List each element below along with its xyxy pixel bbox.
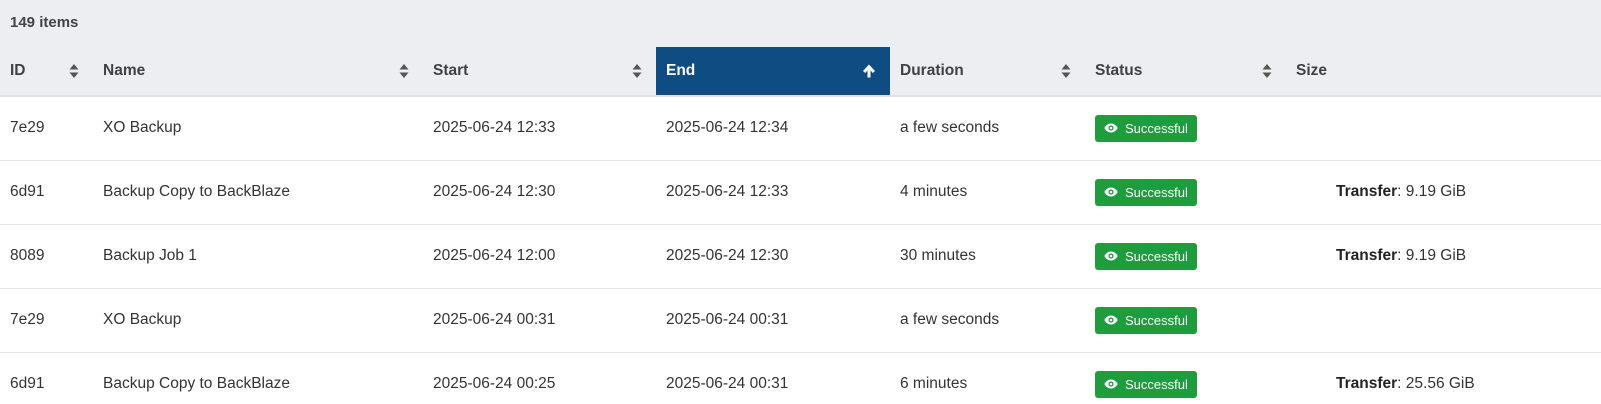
sort-icon [399,64,409,78]
eye-icon [1104,187,1118,197]
table-row[interactable]: 6d91 Backup Copy to BackBlaze 2025-06-24… [0,159,1601,224]
cell-start: 2025-06-24 12:30 [423,159,656,224]
cell-size: Transfer: 9.19 GiB [1286,159,1601,224]
table-row[interactable]: 8089 Backup Job 1 2025-06-24 12:00 2025-… [0,223,1601,288]
cell-duration: 30 minutes [890,223,1085,288]
table-row[interactable]: 7e29 XO Backup 2025-06-24 12:33 2025-06-… [0,96,1601,160]
eye-icon [1104,251,1118,261]
column-header-id[interactable]: ID [0,47,93,97]
eye-icon [1104,123,1118,133]
cell-size [1286,96,1601,160]
cell-id: 6d91 [0,159,93,224]
eye-icon [1104,315,1118,325]
status-label: Successful [1125,312,1188,328]
cell-duration: a few seconds [900,119,1000,137]
size-label: Transfer [1336,375,1398,393]
cell-size [1286,287,1601,352]
size-label: Transfer [1336,183,1398,200]
cell-name: XO Backup [103,119,182,137]
cell-start: 2025-06-24 00:31 [423,287,656,352]
table-header-row: ID Name Start End Duration Status Size [0,47,1601,97]
cell-status: Successful [1085,159,1286,224]
cell-end: 2025-06-24 12:34 [666,119,789,137]
column-header-name[interactable]: Name [93,47,423,97]
sort-icon [1262,64,1272,78]
cell-status: Successful [1085,223,1286,288]
cell-size: Transfer: 25.56 GiB [1286,351,1601,404]
cell-start: 2025-06-24 00:25 [423,351,656,404]
backup-logs-table: ID Name Start End Duration Status Size 7… [0,47,1601,404]
eye-icon [1104,379,1118,389]
cell-duration: 4 minutes [890,159,1085,224]
cell-duration: 6 minutes [890,351,1085,404]
column-header-label: Duration [900,62,964,79]
status-badge[interactable]: Successful [1095,306,1197,334]
sort-icon [69,64,79,78]
cell-id: 8089 [0,223,93,288]
column-header-label: Name [103,62,146,79]
cell-status: Successful [1085,351,1286,404]
cell-name: Backup Copy to BackBlaze [93,351,423,404]
cell-size: Transfer: 9.19 GiB [1286,223,1601,288]
cell-end: 2025-06-24 12:30 [656,223,890,288]
status-label: Successful [1125,120,1188,136]
size-value: : 25.56 GiB [1397,375,1475,393]
column-header-label: Start [433,62,469,79]
column-header-end[interactable]: End [656,47,890,97]
backup-logs-table-container: 149 items ID Name Start End Duration Sta… [0,0,1601,404]
cell-start: 2025-06-24 12:00 [423,223,656,288]
table-row[interactable]: 6d91 Backup Copy to BackBlaze 2025-06-24… [0,351,1601,404]
cell-name: Backup Copy to BackBlaze [93,159,423,224]
cell-duration: a few seconds [890,287,1085,352]
cell-id: 7e29 [0,287,93,352]
cell-end: 2025-06-24 12:33 [656,159,890,224]
cell-start: 2025-06-24 12:33 [433,119,556,137]
cell-end: 2025-06-24 00:31 [656,351,890,404]
table-row[interactable]: 7e29 XO Backup 2025-06-24 00:31 2025-06-… [0,287,1601,352]
status-badge[interactable]: Successful [1095,370,1197,398]
size-value: : 9.19 GiB [1397,183,1467,200]
status-badge[interactable]: Successful [1095,114,1197,142]
column-header-label: Status [1095,62,1143,79]
status-badge[interactable]: Successful [1095,242,1197,270]
cell-id: 7e29 [10,119,45,137]
column-header-duration[interactable]: Duration [890,47,1085,97]
column-header-start[interactable]: Start [423,47,656,97]
column-header-label: Size [1296,62,1328,79]
column-header-label: End [666,62,696,79]
column-header-label: ID [10,62,26,79]
size-value: : 9.19 GiB [1397,247,1467,264]
status-label: Successful [1125,248,1188,264]
status-label: Successful [1125,376,1188,392]
cell-status: Successful [1085,96,1286,160]
cell-status: Successful [1085,287,1286,352]
cell-id: 6d91 [0,351,93,404]
column-header-size: Size [1286,47,1601,97]
size-label: Transfer [1336,247,1398,264]
items-count: 149 items [0,0,1601,47]
column-header-status[interactable]: Status [1085,47,1286,97]
sort-icon [1061,64,1071,78]
cell-end: 2025-06-24 00:31 [656,287,890,352]
status-badge[interactable]: Successful [1095,178,1197,206]
sort-icon [632,64,642,78]
status-label: Successful [1125,184,1188,200]
arrow-up-icon [863,64,875,78]
cell-name: XO Backup [93,287,423,352]
cell-name: Backup Job 1 [93,223,423,288]
